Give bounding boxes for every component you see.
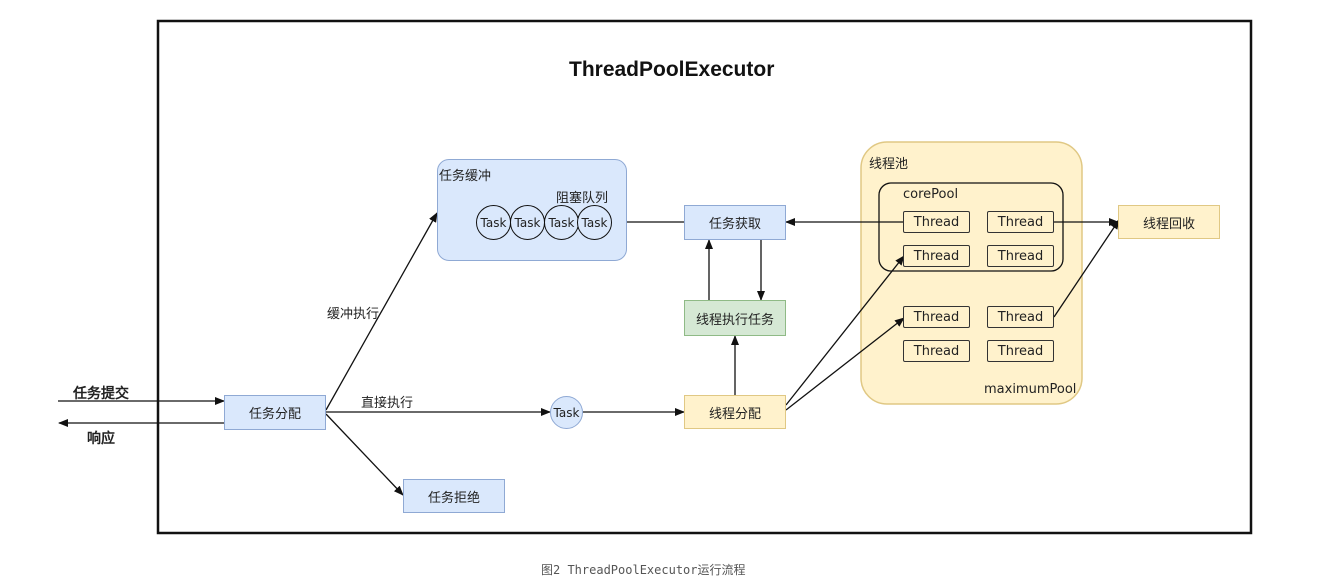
- thread-pool-region: [860, 141, 1083, 405]
- diagram-canvas: [58, 19, 1253, 535]
- queue-label: 阻塞队列: [556, 191, 609, 206]
- figure-caption: 图2 ThreadPoolExecutor运行流程: [541, 563, 746, 577]
- max-thread-4: Thread: [987, 340, 1054, 362]
- dispatch-node: 任务分配: [224, 395, 326, 430]
- thread-assign-node: 线程分配: [684, 395, 786, 429]
- reject-node: 任务拒绝: [403, 479, 505, 513]
- core-thread-4: Thread: [987, 245, 1054, 267]
- response-label: 响应: [87, 431, 115, 447]
- task-node: Task: [550, 396, 583, 429]
- diagram-title: ThreadPoolExecutor: [569, 58, 775, 81]
- max-thread-2: Thread: [987, 306, 1054, 328]
- queue-task-4: Task: [577, 205, 612, 240]
- buffer-exec-label: 缓冲执行: [327, 307, 380, 322]
- threadpool-diagram: ThreadPoolExecutor 任务提交 响应 任务分配 任务缓冲 阻塞队…: [0, 0, 1332, 587]
- fetch-node: 任务获取: [684, 205, 786, 240]
- buffer-label: 任务缓冲: [439, 169, 492, 184]
- execute-node: 线程执行任务: [684, 300, 786, 336]
- recycle-node: 线程回收: [1118, 205, 1220, 239]
- queue-task-1: Task: [476, 205, 511, 240]
- thread-pool-label: 线程池: [869, 157, 909, 172]
- core-thread-2: Thread: [987, 211, 1054, 233]
- queue-task-2: Task: [510, 205, 545, 240]
- core-thread-1: Thread: [903, 211, 970, 233]
- max-thread-3: Thread: [903, 340, 970, 362]
- queue-task-3: Task: [544, 205, 579, 240]
- outer-frame: [156, 19, 1253, 535]
- submit-label: 任务提交: [73, 386, 129, 402]
- core-thread-3: Thread: [903, 245, 970, 267]
- core-pool-label: corePool: [903, 187, 959, 202]
- max-thread-1: Thread: [903, 306, 970, 328]
- maximum-pool-label: maximumPool: [984, 382, 1077, 397]
- direct-exec-label: 直接执行: [361, 396, 414, 411]
